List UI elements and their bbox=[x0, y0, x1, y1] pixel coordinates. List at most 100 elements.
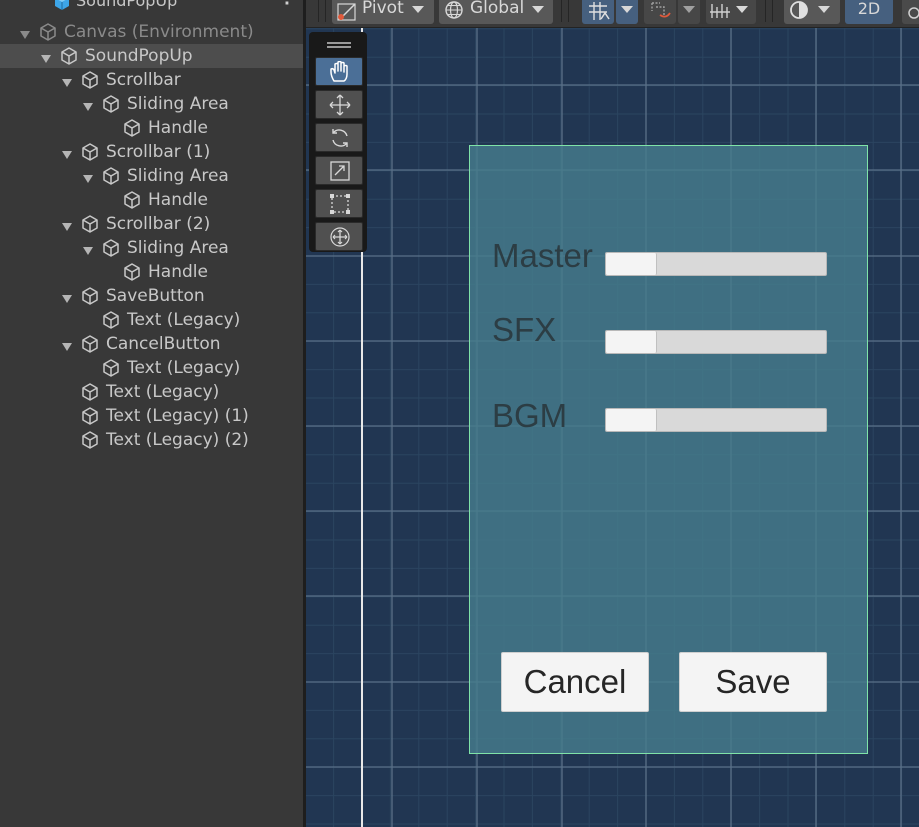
expand-arrow-icon[interactable] bbox=[19, 26, 31, 39]
increment-snap-dropdown[interactable] bbox=[678, 0, 700, 24]
cancel-button[interactable]: Cancel bbox=[501, 652, 649, 712]
hierarchy-panel: SoundPopUp ⋮ Canvas (Environment) SoundPo… bbox=[0, 0, 303, 827]
hierarchy-item[interactable]: Sliding Area bbox=[0, 92, 303, 116]
hierarchy-item[interactable]: Text (Legacy) bbox=[0, 356, 303, 380]
prefab-title: SoundPopUp bbox=[76, 0, 178, 10]
tool-palette bbox=[309, 32, 367, 252]
draw-mode-dropdown[interactable] bbox=[784, 0, 840, 24]
hierarchy-item-label: Handle bbox=[148, 118, 208, 138]
hierarchy-item[interactable]: Canvas (Environment) bbox=[0, 20, 303, 44]
hierarchy-item[interactable]: SaveButton bbox=[0, 284, 303, 308]
hierarchy-item[interactable]: Handle bbox=[0, 188, 303, 212]
ruler-toggle[interactable] bbox=[706, 0, 756, 24]
transform-tool-button[interactable] bbox=[315, 222, 363, 251]
rotate-tool-button[interactable] bbox=[315, 123, 363, 152]
expand-arrow-icon[interactable] bbox=[61, 338, 73, 351]
expand-arrow-icon[interactable] bbox=[82, 170, 94, 183]
scrollbar-handle[interactable] bbox=[606, 409, 657, 431]
hierarchy-item[interactable]: Text (Legacy) bbox=[0, 380, 303, 404]
increment-snap-button[interactable] bbox=[644, 0, 676, 24]
gameobject-cube-icon bbox=[122, 118, 142, 138]
ruler-icon bbox=[709, 1, 731, 29]
hierarchy-item[interactable]: Scrollbar (1) bbox=[0, 140, 303, 164]
scrollbar-handle[interactable] bbox=[606, 253, 657, 275]
hierarchy-item[interactable]: Text (Legacy) (1) bbox=[0, 404, 303, 428]
gameobject-cube-icon bbox=[101, 238, 121, 258]
gameobject-cube-icon bbox=[80, 214, 100, 234]
sound-popup-panel[interactable]: Master SFX BGM Cancel Save bbox=[469, 145, 868, 754]
prefab-icon bbox=[52, 0, 72, 12]
chevron-down-icon bbox=[621, 6, 633, 13]
palette-grip[interactable] bbox=[327, 42, 351, 44]
hierarchy-item[interactable]: Text (Legacy) (2) bbox=[0, 428, 303, 452]
gameobject-cube-icon bbox=[80, 142, 100, 162]
expand-arrow-icon[interactable] bbox=[40, 50, 52, 63]
more-options-icon[interactable]: ⋮ bbox=[279, 0, 295, 7]
grid-snapping-dropdown[interactable] bbox=[616, 0, 638, 24]
save-button[interactable]: Save bbox=[679, 652, 827, 712]
hierarchy-item-label: SaveButton bbox=[106, 286, 205, 306]
increment-snap-icon bbox=[650, 1, 672, 30]
toolbar-separator bbox=[561, 0, 562, 22]
hierarchy-item[interactable]: Scrollbar (2) bbox=[0, 212, 303, 236]
toolbar-separator bbox=[772, 0, 773, 22]
hierarchy-item-label: Scrollbar bbox=[106, 70, 181, 90]
hierarchy-item[interactable]: CancelButton bbox=[0, 332, 303, 356]
gameobject-cube-icon bbox=[38, 22, 58, 42]
volume-scrollbar[interactable] bbox=[605, 330, 827, 354]
global-label: Global bbox=[470, 0, 525, 18]
hierarchy-item-label: Text (Legacy) bbox=[106, 382, 220, 402]
volume-scrollbar[interactable] bbox=[605, 408, 827, 432]
palette-grip[interactable] bbox=[327, 46, 351, 48]
light-icon bbox=[908, 2, 919, 30]
scale-icon bbox=[330, 161, 350, 181]
expand-arrow-icon[interactable] bbox=[61, 146, 73, 159]
shading-mode-icon bbox=[788, 0, 810, 29]
hand-tool-button[interactable] bbox=[315, 57, 363, 86]
hierarchy-item[interactable]: Sliding Area bbox=[0, 164, 303, 188]
gameobject-cube-icon bbox=[122, 190, 142, 210]
hierarchy-item[interactable]: Sliding Area bbox=[0, 236, 303, 260]
chevron-down-icon bbox=[818, 6, 830, 13]
gameobject-cube-icon bbox=[101, 94, 121, 114]
slider-label: Master bbox=[492, 237, 593, 274]
rotate-icon bbox=[332, 129, 348, 147]
toolbar-separator bbox=[325, 0, 326, 22]
hierarchy-item[interactable]: Scrollbar bbox=[0, 68, 303, 92]
chevron-down-icon bbox=[412, 6, 424, 13]
scale-tool-button[interactable] bbox=[315, 156, 363, 185]
slider-label: SFX bbox=[492, 311, 557, 348]
hierarchy-item-label: Text (Legacy) bbox=[127, 358, 241, 378]
hierarchy-item[interactable]: SoundPopUp bbox=[0, 44, 303, 68]
rect-transform-icon bbox=[330, 194, 350, 214]
hierarchy-item-label: Text (Legacy) bbox=[127, 310, 241, 330]
gameobject-cube-icon bbox=[101, 310, 121, 330]
hierarchy-item-label: Sliding Area bbox=[127, 166, 229, 186]
grid-snap-icon bbox=[588, 1, 610, 30]
hierarchy-item-label: Handle bbox=[148, 190, 208, 210]
expand-arrow-icon[interactable] bbox=[61, 218, 73, 231]
scrollbar-handle[interactable] bbox=[606, 331, 657, 353]
expand-arrow-icon[interactable] bbox=[82, 242, 94, 255]
hierarchy-item-label: Handle bbox=[148, 262, 208, 282]
global-dropdown[interactable]: Global bbox=[439, 0, 553, 24]
grid-snapping-button[interactable] bbox=[582, 0, 614, 24]
hierarchy-item[interactable]: Handle bbox=[0, 260, 303, 284]
rect-tool-button[interactable] bbox=[315, 189, 363, 218]
lighting-toggle[interactable] bbox=[902, 0, 919, 24]
gameobject-cube-icon bbox=[80, 70, 100, 90]
volume-scrollbar[interactable] bbox=[605, 252, 827, 276]
move-tool-button[interactable] bbox=[315, 90, 363, 119]
globe-icon bbox=[444, 0, 464, 20]
gameobject-cube-icon bbox=[80, 334, 100, 354]
hierarchy-item[interactable]: Handle bbox=[0, 116, 303, 140]
pivot-dropdown[interactable]: Pivot bbox=[332, 0, 434, 24]
expand-arrow-icon[interactable] bbox=[61, 290, 73, 303]
expand-arrow-icon[interactable] bbox=[82, 98, 94, 111]
chevron-down-icon bbox=[683, 6, 695, 13]
2d-mode-toggle[interactable]: 2D bbox=[845, 0, 893, 24]
hierarchy-item[interactable]: Text (Legacy) bbox=[0, 308, 303, 332]
expand-arrow-icon[interactable] bbox=[61, 74, 73, 87]
scene-view[interactable]: Pivot Global 2D Master SFX BGM Cancel Sa… bbox=[306, 0, 919, 827]
hierarchy-item-label: Text (Legacy) (1) bbox=[106, 406, 249, 426]
